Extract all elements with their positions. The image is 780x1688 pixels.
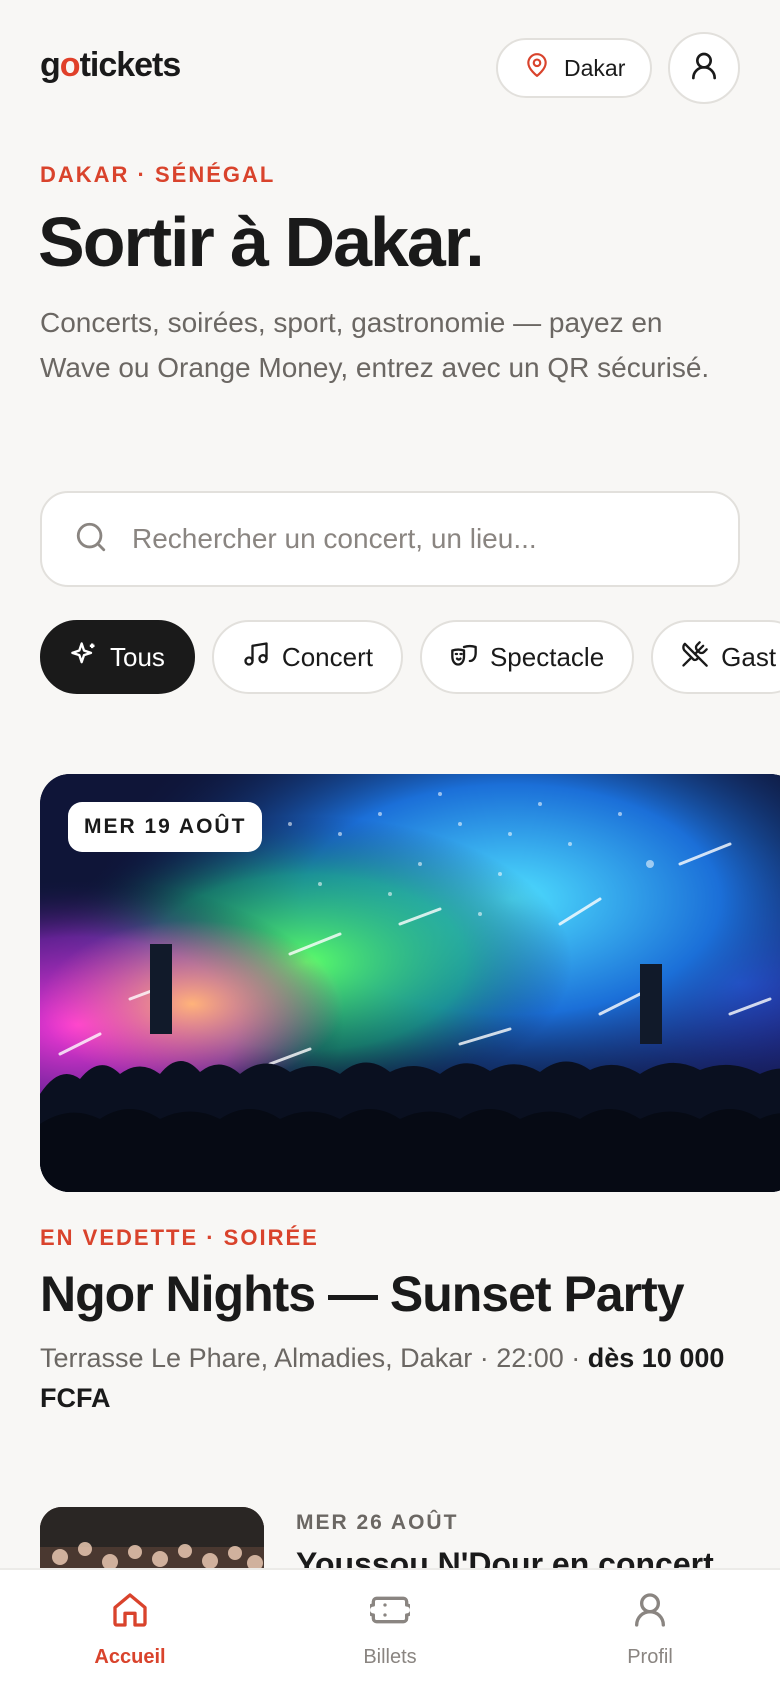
chip-label: Spectacle (489, 641, 605, 672)
page-subtitle: Concerts, soirées, sport, gastronomie — … (40, 307, 710, 383)
home-icon (110, 1590, 150, 1636)
city-eyebrow: DAKAR · SÉNÉGAL (40, 162, 276, 187)
location-selector-button[interactable]: Dakar (496, 38, 652, 98)
app-header: gotickets Dakar (0, 0, 780, 140)
chip-spectacle[interactable]: Spectacle (419, 620, 635, 694)
user-icon (688, 49, 720, 88)
bottom-tab-bar: Accueil Billets Profil (0, 1568, 780, 1688)
tab-label: Billets (363, 1646, 417, 1668)
event-venue-time: Terrasse Le Phare, Almadies, Dakar · 22:… (40, 1343, 588, 1373)
chip-tous[interactable]: Tous (40, 620, 195, 694)
search-bar[interactable] (40, 491, 740, 587)
category-filter-row: Tous Concert Spectacle Gast (40, 620, 780, 696)
profile-button[interactable] (668, 32, 740, 104)
featured-eyebrow: EN VEDETTE · SOIRÉE (40, 1225, 319, 1250)
tab-accueil[interactable]: Accueil (0, 1570, 260, 1688)
theater-masks-icon (450, 640, 478, 675)
chip-label: Gast (721, 641, 777, 672)
page-title: Sortir à Dakar. (38, 203, 485, 281)
tab-label: Accueil (94, 1646, 166, 1668)
tab-label: Profil (627, 1646, 673, 1668)
music-note-icon (242, 640, 270, 675)
location-label: Dakar (564, 54, 626, 81)
gotickets-logo[interactable]: gotickets (40, 46, 181, 85)
chip-label: Concert (281, 641, 373, 672)
user-icon (630, 1590, 670, 1636)
featured-event-meta: Terrasse Le Phare, Almadies, Dakar · 22:… (40, 1338, 760, 1418)
chip-gastronomie[interactable]: Gast (651, 620, 780, 694)
tab-billets[interactable]: Billets (260, 1570, 520, 1688)
event-date-badge: MER 19 AOÛT (68, 802, 263, 852)
map-pin-icon (524, 51, 550, 85)
search-input[interactable] (132, 523, 692, 555)
sparkles-icon (70, 640, 98, 675)
chip-concert[interactable]: Concert (211, 620, 403, 694)
tab-profil[interactable]: Profil (520, 1570, 780, 1688)
search-icon (74, 520, 108, 559)
logo-o: o (59, 46, 81, 84)
featured-event-title[interactable]: Ngor Nights — Sunset Party (40, 1264, 685, 1324)
ticket-icon (366, 1590, 414, 1636)
utensils-crossed-icon (681, 640, 709, 675)
next-event-date: MER 26 AOÛT (296, 1511, 459, 1534)
chip-label: Tous (110, 641, 165, 672)
